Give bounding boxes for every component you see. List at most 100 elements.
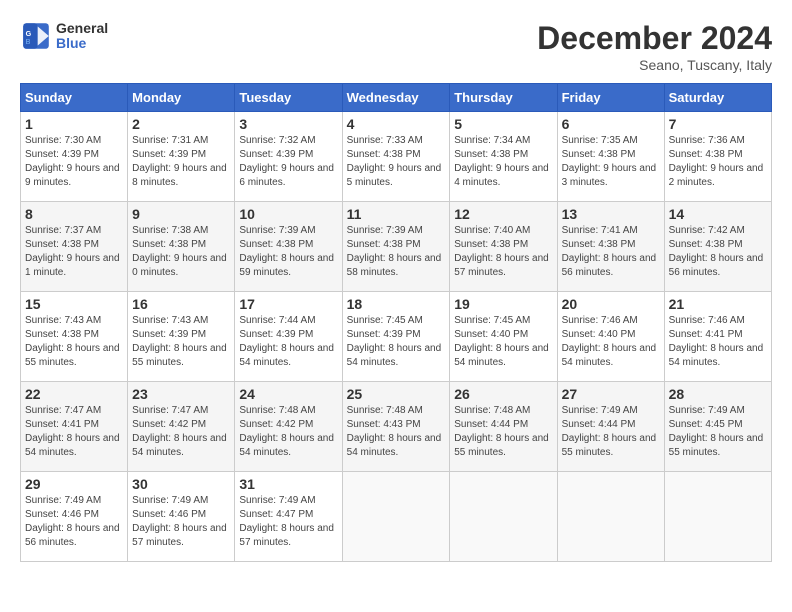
day-info: Sunrise: 7:40 AMSunset: 4:38 PMDaylight:… <box>454 225 549 278</box>
day-number: 14 <box>669 206 767 222</box>
logo: G B General Blue <box>20 20 108 52</box>
day-number: 1 <box>25 116 123 132</box>
calendar-day-cell: 22 Sunrise: 7:47 AMSunset: 4:41 PMDaylig… <box>21 382 128 472</box>
day-info: Sunrise: 7:46 AMSunset: 4:40 PMDaylight:… <box>562 315 657 368</box>
calendar-day-cell: 10 Sunrise: 7:39 AMSunset: 4:38 PMDaylig… <box>235 202 342 292</box>
calendar-day-cell: 17 Sunrise: 7:44 AMSunset: 4:39 PMDaylig… <box>235 292 342 382</box>
day-info: Sunrise: 7:45 AMSunset: 4:40 PMDaylight:… <box>454 315 549 368</box>
calendar-week-row: 29 Sunrise: 7:49 AMSunset: 4:46 PMDaylig… <box>21 472 772 562</box>
day-number: 22 <box>25 386 123 402</box>
calendar-day-cell: 19 Sunrise: 7:45 AMSunset: 4:40 PMDaylig… <box>450 292 557 382</box>
day-number: 16 <box>132 296 230 312</box>
weekday-header: Monday <box>128 84 235 112</box>
day-info: Sunrise: 7:42 AMSunset: 4:38 PMDaylight:… <box>669 225 764 278</box>
calendar-week-row: 22 Sunrise: 7:47 AMSunset: 4:41 PMDaylig… <box>21 382 772 472</box>
weekday-header: Tuesday <box>235 84 342 112</box>
day-number: 13 <box>562 206 660 222</box>
day-number: 28 <box>669 386 767 402</box>
day-number: 8 <box>25 206 123 222</box>
day-info: Sunrise: 7:47 AMSunset: 4:42 PMDaylight:… <box>132 405 227 458</box>
day-number: 15 <box>25 296 123 312</box>
day-number: 5 <box>454 116 552 132</box>
calendar-day-cell: 6 Sunrise: 7:35 AMSunset: 4:38 PMDayligh… <box>557 112 664 202</box>
calendar-day-cell: 15 Sunrise: 7:43 AMSunset: 4:38 PMDaylig… <box>21 292 128 382</box>
day-number: 23 <box>132 386 230 402</box>
calendar-week-row: 1 Sunrise: 7:30 AMSunset: 4:39 PMDayligh… <box>21 112 772 202</box>
calendar-day-cell: 5 Sunrise: 7:34 AMSunset: 4:38 PMDayligh… <box>450 112 557 202</box>
day-info: Sunrise: 7:38 AMSunset: 4:38 PMDaylight:… <box>132 225 227 278</box>
calendar-day-cell <box>450 472 557 562</box>
day-number: 31 <box>239 476 337 492</box>
day-info: Sunrise: 7:43 AMSunset: 4:39 PMDaylight:… <box>132 315 227 368</box>
calendar-day-cell: 25 Sunrise: 7:48 AMSunset: 4:43 PMDaylig… <box>342 382 450 472</box>
calendar-day-cell: 29 Sunrise: 7:49 AMSunset: 4:46 PMDaylig… <box>21 472 128 562</box>
day-info: Sunrise: 7:31 AMSunset: 4:39 PMDaylight:… <box>132 135 227 188</box>
calendar-day-cell: 14 Sunrise: 7:42 AMSunset: 4:38 PMDaylig… <box>664 202 771 292</box>
calendar-table: SundayMondayTuesdayWednesdayThursdayFrid… <box>20 83 772 562</box>
day-info: Sunrise: 7:47 AMSunset: 4:41 PMDaylight:… <box>25 405 120 458</box>
calendar-day-cell: 20 Sunrise: 7:46 AMSunset: 4:40 PMDaylig… <box>557 292 664 382</box>
weekday-header: Thursday <box>450 84 557 112</box>
day-info: Sunrise: 7:39 AMSunset: 4:38 PMDaylight:… <box>347 225 442 278</box>
logo-line1: General <box>56 21 108 36</box>
day-info: Sunrise: 7:49 AMSunset: 4:46 PMDaylight:… <box>25 495 120 548</box>
calendar-day-cell: 3 Sunrise: 7:32 AMSunset: 4:39 PMDayligh… <box>235 112 342 202</box>
calendar-day-cell: 31 Sunrise: 7:49 AMSunset: 4:47 PMDaylig… <box>235 472 342 562</box>
day-number: 9 <box>132 206 230 222</box>
day-info: Sunrise: 7:34 AMSunset: 4:38 PMDaylight:… <box>454 135 549 188</box>
logo-text: General Blue <box>56 21 108 52</box>
calendar-day-cell: 1 Sunrise: 7:30 AMSunset: 4:39 PMDayligh… <box>21 112 128 202</box>
calendar-day-cell: 8 Sunrise: 7:37 AMSunset: 4:38 PMDayligh… <box>21 202 128 292</box>
svg-text:B: B <box>26 37 31 46</box>
weekday-header: Wednesday <box>342 84 450 112</box>
location-subtitle: Seano, Tuscany, Italy <box>537 57 772 73</box>
day-number: 27 <box>562 386 660 402</box>
weekday-header-row: SundayMondayTuesdayWednesdayThursdayFrid… <box>21 84 772 112</box>
calendar-day-cell: 7 Sunrise: 7:36 AMSunset: 4:38 PMDayligh… <box>664 112 771 202</box>
calendar-day-cell: 16 Sunrise: 7:43 AMSunset: 4:39 PMDaylig… <box>128 292 235 382</box>
calendar-day-cell: 30 Sunrise: 7:49 AMSunset: 4:46 PMDaylig… <box>128 472 235 562</box>
day-info: Sunrise: 7:43 AMSunset: 4:38 PMDaylight:… <box>25 315 120 368</box>
day-number: 29 <box>25 476 123 492</box>
day-number: 17 <box>239 296 337 312</box>
day-info: Sunrise: 7:49 AMSunset: 4:44 PMDaylight:… <box>562 405 657 458</box>
page-header: G B General Blue December 2024 Seano, Tu… <box>20 20 772 73</box>
day-number: 24 <box>239 386 337 402</box>
weekday-header: Friday <box>557 84 664 112</box>
calendar-day-cell: 4 Sunrise: 7:33 AMSunset: 4:38 PMDayligh… <box>342 112 450 202</box>
weekday-header: Sunday <box>21 84 128 112</box>
day-number: 18 <box>347 296 446 312</box>
day-info: Sunrise: 7:44 AMSunset: 4:39 PMDaylight:… <box>239 315 334 368</box>
day-info: Sunrise: 7:30 AMSunset: 4:39 PMDaylight:… <box>25 135 120 188</box>
weekday-header: Saturday <box>664 84 771 112</box>
calendar-day-cell: 23 Sunrise: 7:47 AMSunset: 4:42 PMDaylig… <box>128 382 235 472</box>
calendar-day-cell: 2 Sunrise: 7:31 AMSunset: 4:39 PMDayligh… <box>128 112 235 202</box>
day-number: 10 <box>239 206 337 222</box>
calendar-day-cell <box>557 472 664 562</box>
calendar-day-cell: 12 Sunrise: 7:40 AMSunset: 4:38 PMDaylig… <box>450 202 557 292</box>
day-number: 3 <box>239 116 337 132</box>
day-number: 21 <box>669 296 767 312</box>
day-number: 19 <box>454 296 552 312</box>
day-number: 4 <box>347 116 446 132</box>
calendar-week-row: 15 Sunrise: 7:43 AMSunset: 4:38 PMDaylig… <box>21 292 772 382</box>
day-info: Sunrise: 7:49 AMSunset: 4:47 PMDaylight:… <box>239 495 334 548</box>
day-number: 6 <box>562 116 660 132</box>
calendar-day-cell: 28 Sunrise: 7:49 AMSunset: 4:45 PMDaylig… <box>664 382 771 472</box>
day-info: Sunrise: 7:36 AMSunset: 4:38 PMDaylight:… <box>669 135 764 188</box>
calendar-week-row: 8 Sunrise: 7:37 AMSunset: 4:38 PMDayligh… <box>21 202 772 292</box>
day-number: 20 <box>562 296 660 312</box>
day-info: Sunrise: 7:41 AMSunset: 4:38 PMDaylight:… <box>562 225 657 278</box>
day-info: Sunrise: 7:49 AMSunset: 4:46 PMDaylight:… <box>132 495 227 548</box>
day-number: 26 <box>454 386 552 402</box>
calendar-day-cell: 26 Sunrise: 7:48 AMSunset: 4:44 PMDaylig… <box>450 382 557 472</box>
day-info: Sunrise: 7:46 AMSunset: 4:41 PMDaylight:… <box>669 315 764 368</box>
calendar-day-cell: 21 Sunrise: 7:46 AMSunset: 4:41 PMDaylig… <box>664 292 771 382</box>
calendar-day-cell: 27 Sunrise: 7:49 AMSunset: 4:44 PMDaylig… <box>557 382 664 472</box>
day-info: Sunrise: 7:48 AMSunset: 4:44 PMDaylight:… <box>454 405 549 458</box>
day-info: Sunrise: 7:32 AMSunset: 4:39 PMDaylight:… <box>239 135 334 188</box>
day-info: Sunrise: 7:48 AMSunset: 4:43 PMDaylight:… <box>347 405 442 458</box>
logo-icon: G B <box>20 20 52 52</box>
calendar-day-cell <box>342 472 450 562</box>
day-number: 12 <box>454 206 552 222</box>
